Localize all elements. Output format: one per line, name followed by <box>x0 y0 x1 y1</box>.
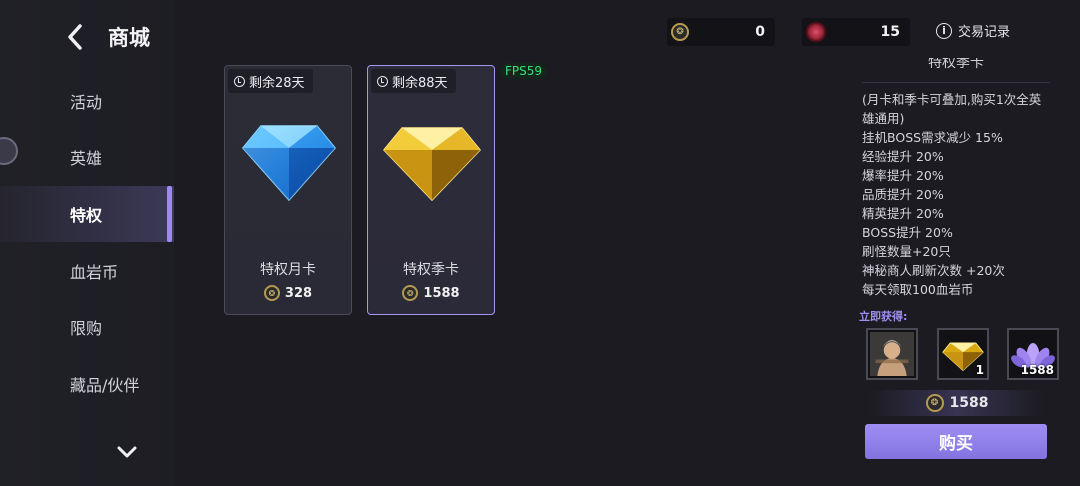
sidebar-item-label: 活动 <box>70 93 103 112</box>
gold-coin-icon: ❂ <box>263 285 280 301</box>
gold-coin-value: 0 <box>755 24 765 40</box>
sidebar-item-limited[interactable]: 限购 <box>0 299 174 355</box>
sidebar: 商城 活动 英雄 特权 血岩币 限购 藏品/伙伴 <box>0 0 174 486</box>
sidebar-item-label: 藏品/伙伴 <box>70 376 140 395</box>
chevron-left-icon <box>68 24 82 50</box>
detail-line: (月卡和季卡可叠加,购买1次全英 <box>862 92 1042 107</box>
sidebar-item-heroes[interactable]: 英雄 <box>0 129 174 185</box>
sidebar-item-privilege[interactable]: 特权 <box>0 186 174 242</box>
clock-icon <box>234 75 245 87</box>
blood-rock-coin-balance: 15 <box>802 18 910 46</box>
hero-portrait-icon <box>870 332 914 376</box>
reward-count: 1588 <box>1020 363 1054 377</box>
sidebar-item-blood-rock-coin[interactable]: 血岩币 <box>0 243 174 299</box>
detail-line: 神秘商人刷新次数 +20次 <box>862 263 1005 278</box>
card-name: 特权季卡 <box>403 262 459 278</box>
detail-description: (月卡和季卡可叠加,购买1次全英 雄通用) 挂机BOSS需求减少 15% 经验提… <box>862 90 1057 299</box>
detail-line: 爆率提升 20% <box>862 168 944 183</box>
info-icon: i <box>936 22 952 39</box>
card-timer: 剩余88天 <box>371 69 456 93</box>
blood-rock-coin-icon <box>806 22 826 42</box>
gold-coin-balance: ❂ 0 <box>667 18 775 46</box>
sidebar-item-label: 限购 <box>70 319 103 338</box>
purchase-price: ❂ 1588 <box>868 390 1046 416</box>
gold-coin-icon: ❂ <box>402 285 419 301</box>
detail-line: BOSS提升 20% <box>862 225 953 240</box>
detail-line: 刷怪数量+20只 <box>862 244 951 259</box>
detail-line: 雄通用) <box>862 111 905 126</box>
page-title: 商城 <box>108 26 150 50</box>
divider <box>862 82 1050 83</box>
blue-diamond-icon <box>242 125 336 202</box>
blood-rock-coin-value: 15 <box>880 24 900 40</box>
detail-line: 每天领取100血岩币 <box>862 282 974 297</box>
detail-title: 特权季卡 <box>928 58 984 70</box>
card-price: ❂ 1588 <box>368 285 494 301</box>
gold-coin-icon: ❂ <box>671 23 689 41</box>
card-name: 特权月卡 <box>260 262 316 278</box>
reward-item[interactable]: 1 <box>937 328 989 380</box>
sidebar-item-label: 英雄 <box>70 149 103 168</box>
gold-diamond-icon <box>382 127 482 202</box>
obtain-label: 立即获得: <box>859 310 908 323</box>
reward-count: 1 <box>975 363 984 377</box>
sidebar-item-label: 特权 <box>70 206 103 225</box>
card-timer: 剩余28天 <box>228 69 313 93</box>
clock-icon <box>377 75 388 87</box>
fps-counter: FPS59 <box>500 63 548 79</box>
card-timer-text: 剩余88天 <box>392 75 448 91</box>
card-price-value: 328 <box>284 285 313 301</box>
trade-log-label: 交易记录 <box>958 25 1011 40</box>
detail-line: 经验提升 20% <box>862 149 944 164</box>
quarterly-card[interactable]: 剩余88天 特权季卡 ❂ 1588 <box>367 65 495 315</box>
purchase-price-value: 1588 <box>949 395 989 411</box>
sidebar-item-activity[interactable]: 活动 <box>0 73 174 129</box>
reward-item[interactable] <box>866 328 918 380</box>
card-price-value: 1588 <box>423 285 460 301</box>
detail-line: 精英提升 20% <box>862 206 944 221</box>
trade-log-button[interactable]: i 交易记录 <box>936 21 1010 40</box>
card-price: ❂ 328 <box>225 285 351 301</box>
reward-item[interactable]: 1588 <box>1007 328 1059 380</box>
card-timer-text: 剩余28天 <box>249 75 305 91</box>
detail-line: 挂机BOSS需求减少 15% <box>862 130 1003 145</box>
chevron-down-icon[interactable] <box>116 444 138 460</box>
buy-button[interactable]: 购买 <box>865 424 1047 459</box>
monthly-card[interactable]: 剩余28天 特权月卡 ❂ 328 <box>224 65 352 315</box>
gold-coin-icon: ❂ <box>925 394 944 412</box>
detail-line: 品质提升 20% <box>862 187 944 202</box>
back-button[interactable] <box>64 22 88 52</box>
sidebar-item-collection[interactable]: 藏品/伙伴 <box>0 356 174 412</box>
sidebar-item-label: 血岩币 <box>70 263 119 282</box>
